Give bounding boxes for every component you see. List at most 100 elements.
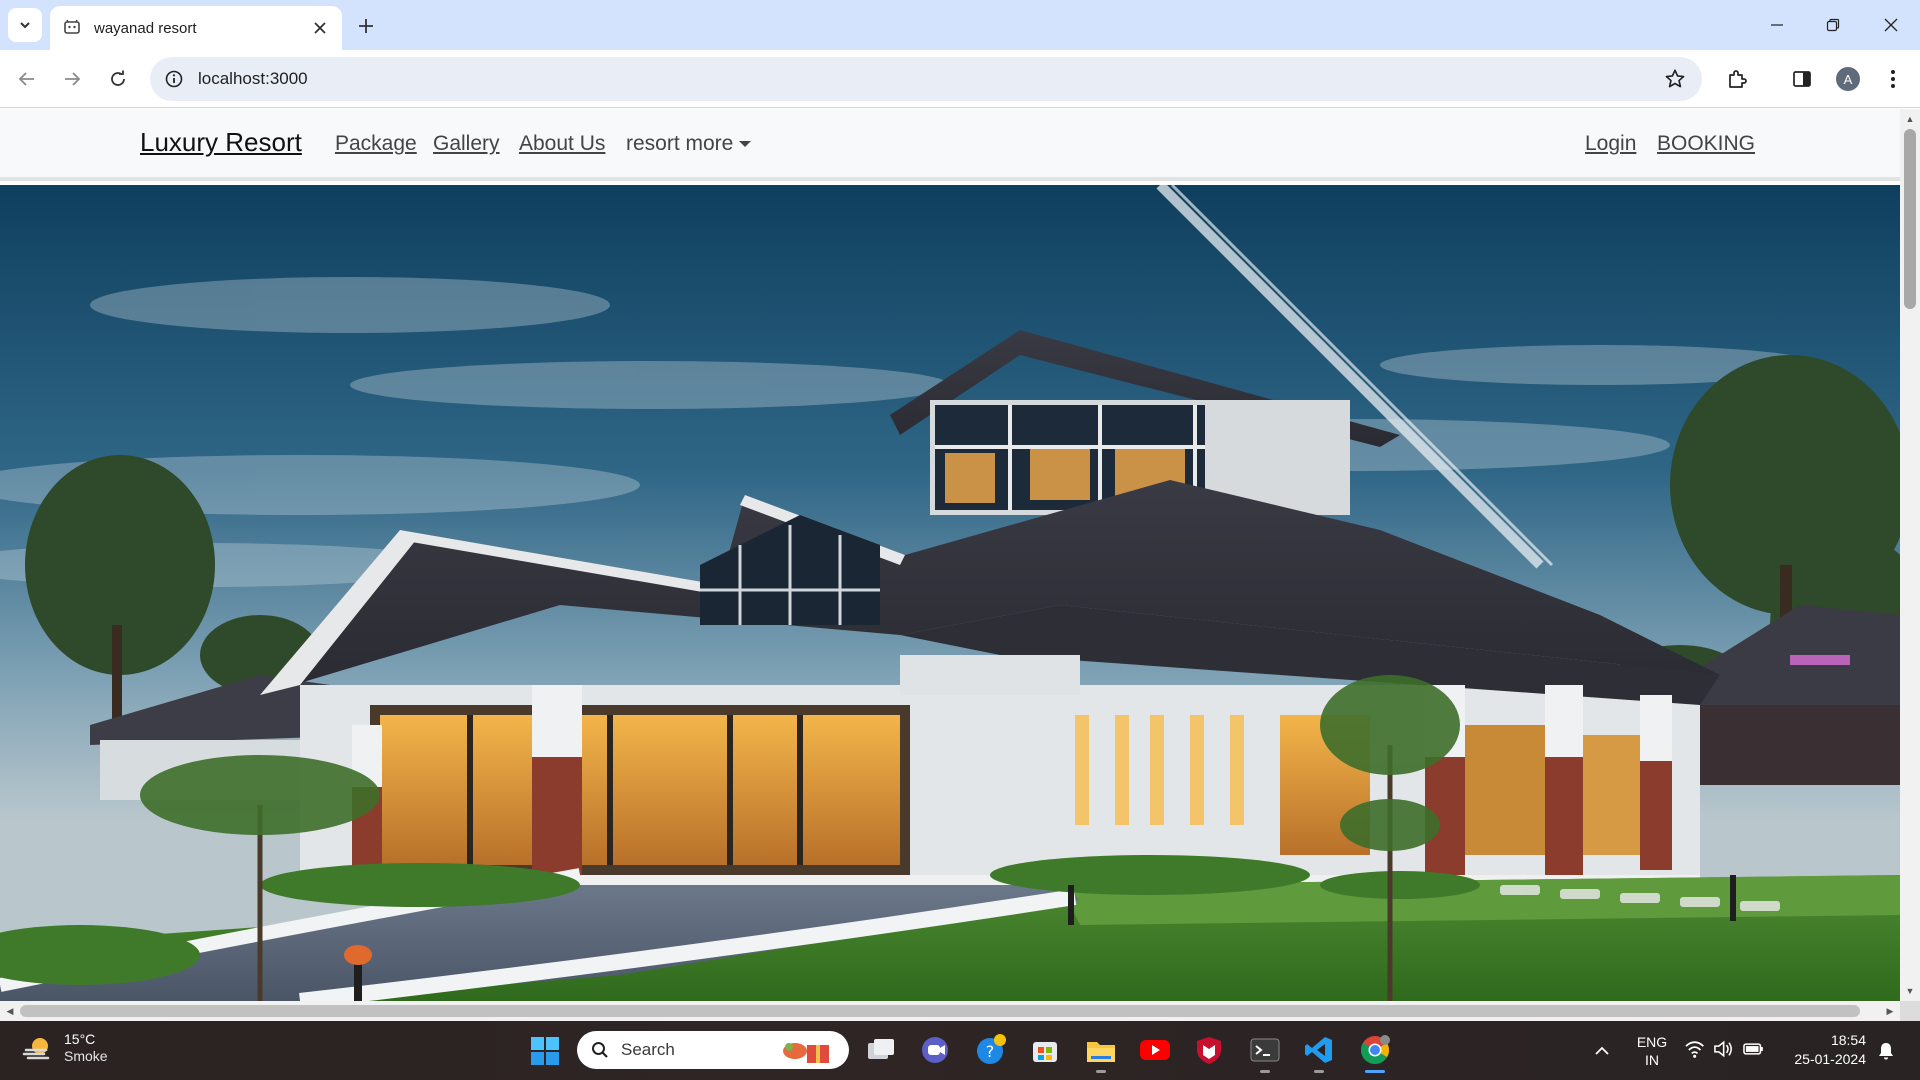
weather-temperature: 15°C [64,1031,96,1047]
react-favicon-icon [62,18,82,38]
tab-close-icon[interactable] [310,18,330,38]
side-panel-icon [1793,71,1811,87]
clock-date: 25-01-2024 [1794,1051,1866,1067]
horizontal-scroll-thumb[interactable] [20,1005,1860,1017]
profile-avatar[interactable]: A [1836,67,1860,91]
horizontal-scrollbar[interactable]: ◀ ▶ [0,1001,1900,1021]
restore-icon [1826,18,1840,32]
login-link[interactable]: Login [1585,132,1636,156]
search-icon [592,1042,608,1058]
reload-icon [111,70,125,86]
chat-icon [922,1037,948,1063]
chrome-button[interactable] [1358,1033,1392,1073]
notification-bell-icon[interactable] [1876,1041,1896,1061]
teams-chat-button[interactable] [918,1033,952,1067]
taskbar-clock[interactable]: 18:54 25-01-2024 [1786,1031,1866,1069]
chrome-icon [1361,1035,1390,1064]
running-indicator [1260,1070,1270,1073]
chevron-up-icon[interactable] [1592,1041,1612,1061]
hero-image [0,185,1900,1001]
kebab-menu-icon [1891,70,1895,88]
menu-button[interactable] [1878,64,1908,94]
weather-condition: Smoke [64,1048,108,1064]
page-viewport: Luxury Resort Package Gallery About Us r… [0,109,1900,1001]
new-tab-button[interactable] [352,12,380,40]
chevron-down-icon [20,22,30,29]
tab-title: wayanad resort [94,19,197,37]
scroll-right-arrow-icon[interactable]: ▶ [1884,1005,1896,1017]
vscode-button[interactable] [1302,1033,1336,1073]
vertical-scrollbar[interactable]: ▲ ▼ [1900,109,1920,1001]
windows-taskbar: 15°C Smoke Search ? ENG IN 18:54 25-01-2… [0,1021,1920,1080]
bookmark-star-icon[interactable] [1664,68,1686,90]
sun-haze-icon [22,1038,50,1060]
plus-icon [359,19,373,33]
close-window-button[interactable] [1876,10,1906,40]
language-indicator[interactable]: ENG IN [1636,1033,1668,1069]
taskbar-search-box[interactable]: Search [577,1031,849,1069]
extensions-button[interactable] [1722,64,1752,94]
site-info-icon[interactable] [164,69,184,89]
browser-tab[interactable]: wayanad resort [50,6,342,50]
resort-photo [0,185,1900,1001]
browser-tabstrip: wayanad resort [0,0,1920,50]
back-button[interactable] [12,64,42,94]
vertical-scroll-thumb[interactable] [1904,129,1916,309]
running-indicator [1096,1070,1106,1073]
reload-button[interactable] [103,64,133,94]
tab-search-button[interactable] [8,8,42,42]
task-view-icon [868,1039,894,1059]
caret-down-icon [739,141,752,147]
file-explorer-button[interactable] [1084,1033,1118,1073]
booking-link[interactable]: BOOKING [1657,132,1755,156]
volume-icon [1714,1040,1733,1058]
minimize-button[interactable] [1762,10,1792,40]
nav-link-gallery[interactable]: Gallery [433,132,500,156]
folder-icon [1087,1042,1115,1062]
close-icon [1884,18,1898,32]
running-indicator [1314,1070,1324,1073]
nav-link-package[interactable]: Package [335,132,417,156]
windows-start-icon[interactable] [530,1036,560,1066]
youtube-button[interactable] [1138,1033,1172,1067]
battery-icon [1742,1043,1763,1055]
terminal-icon [1250,1038,1280,1062]
scroll-left-arrow-icon[interactable]: ◀ [4,1005,16,1017]
arrow-right-icon [65,72,81,86]
get-help-button[interactable]: ? [974,1033,1008,1067]
vscode-icon [1305,1037,1332,1063]
forward-button[interactable] [57,64,87,94]
mcafee-button[interactable] [1192,1033,1226,1067]
gift-decoration-icon [783,1043,829,1063]
wifi-icon [1685,1041,1704,1058]
microsoft-store-button[interactable] [1028,1033,1062,1067]
clock-time: 18:54 [1830,1032,1866,1048]
store-icon [1033,1042,1057,1062]
svg-text:?: ? [986,1042,995,1061]
resort-more-dropdown[interactable]: resort more [626,132,752,156]
search-label: Search [621,1040,675,1059]
weather-widget[interactable]: 15°C Smoke [22,1031,108,1065]
side-panel-button[interactable] [1787,64,1817,94]
puzzle-icon [1729,70,1747,88]
task-view-button[interactable] [864,1033,898,1067]
scroll-down-arrow-icon[interactable]: ▼ [1904,985,1916,997]
browser-toolbar: localhost:3000 [0,50,1920,108]
lang-line-2: IN [1645,1052,1659,1068]
scroll-corner [1900,1001,1920,1021]
brand-link[interactable]: Luxury Resort [140,127,302,158]
url-text[interactable]: localhost:3000 [198,69,308,89]
restore-button[interactable] [1818,10,1848,40]
youtube-icon [1140,1040,1170,1060]
terminal-button[interactable] [1248,1033,1282,1073]
nav-link-about-us[interactable]: About Us [519,132,605,156]
help-icon: ? [977,1034,1006,1064]
active-indicator [1365,1070,1385,1073]
system-tray-icons[interactable] [1684,1039,1764,1061]
mcafee-shield-icon [1197,1037,1221,1064]
address-bar[interactable]: localhost:3000 [150,57,1702,101]
site-navbar: Luxury Resort Package Gallery About Us r… [0,109,1900,181]
minimize-icon [1771,24,1783,26]
scroll-up-arrow-icon[interactable]: ▲ [1904,113,1916,125]
lang-line-1: ENG [1636,1034,1668,1050]
